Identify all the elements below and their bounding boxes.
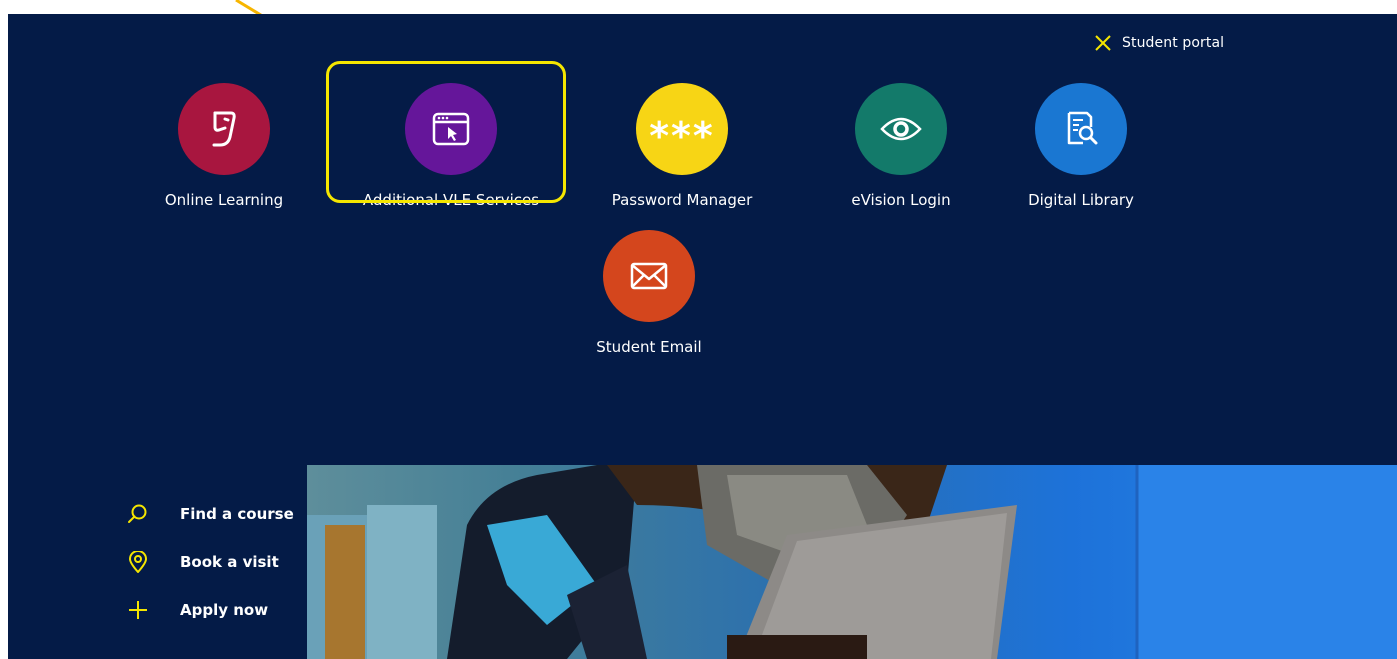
quick-link-find-a-course[interactable]: Find a course [124,490,294,538]
search-icon [124,503,152,525]
additional-vle-circle [405,83,497,175]
password-asterisks-icon: *** [649,114,715,158]
student-portal-panel: Student portal Online Learning Additiona… [8,14,1397,659]
tile-label-additional-vle-services: Additional VLE Services [362,191,540,209]
quick-link-book-a-visit[interactable]: Book a visit [124,538,294,586]
hero-image [307,465,1397,659]
quick-link-label: Find a course [180,505,294,523]
quick-link-label: Apply now [180,601,269,619]
tile-student-email[interactable]: Student Email [559,230,739,356]
tile-label-password-manager: Password Manager [611,191,753,209]
tile-online-learning[interactable]: Online Learning [134,83,314,209]
digital-library-circle [1035,83,1127,175]
quick-link-label: Book a visit [180,553,279,571]
tile-password-manager[interactable]: *** Password Manager [592,83,772,209]
tile-label-evision-login: eVision Login [851,191,951,209]
tile-evision-login[interactable]: eVision Login [811,83,991,209]
tile-label-digital-library: Digital Library [1028,191,1134,209]
student-portal-toggle[interactable]: Student portal [1094,34,1224,52]
online-learning-icon [212,111,236,147]
document-search-icon [1067,111,1098,145]
envelope-icon [630,262,668,290]
tile-label-online-learning: Online Learning [164,191,284,209]
plus-icon [124,599,152,621]
eye-icon [880,117,922,141]
tile-additional-vle-services[interactable]: Additional VLE Services [361,83,541,209]
location-pin-icon [124,551,152,573]
close-icon [1095,35,1111,51]
tile-digital-library[interactable]: Digital Library [991,83,1171,209]
online-learning-circle [178,83,270,175]
quick-links: Find a course Book a visit Apply now [124,490,294,634]
password-manager-circle: *** [636,83,728,175]
student-email-circle [603,230,695,322]
quick-link-apply-now[interactable]: Apply now [124,586,294,634]
evision-circle [855,83,947,175]
tile-label-student-email: Student Email [596,338,702,356]
student-portal-label: Student portal [1122,35,1225,51]
browser-cursor-icon [432,112,470,146]
